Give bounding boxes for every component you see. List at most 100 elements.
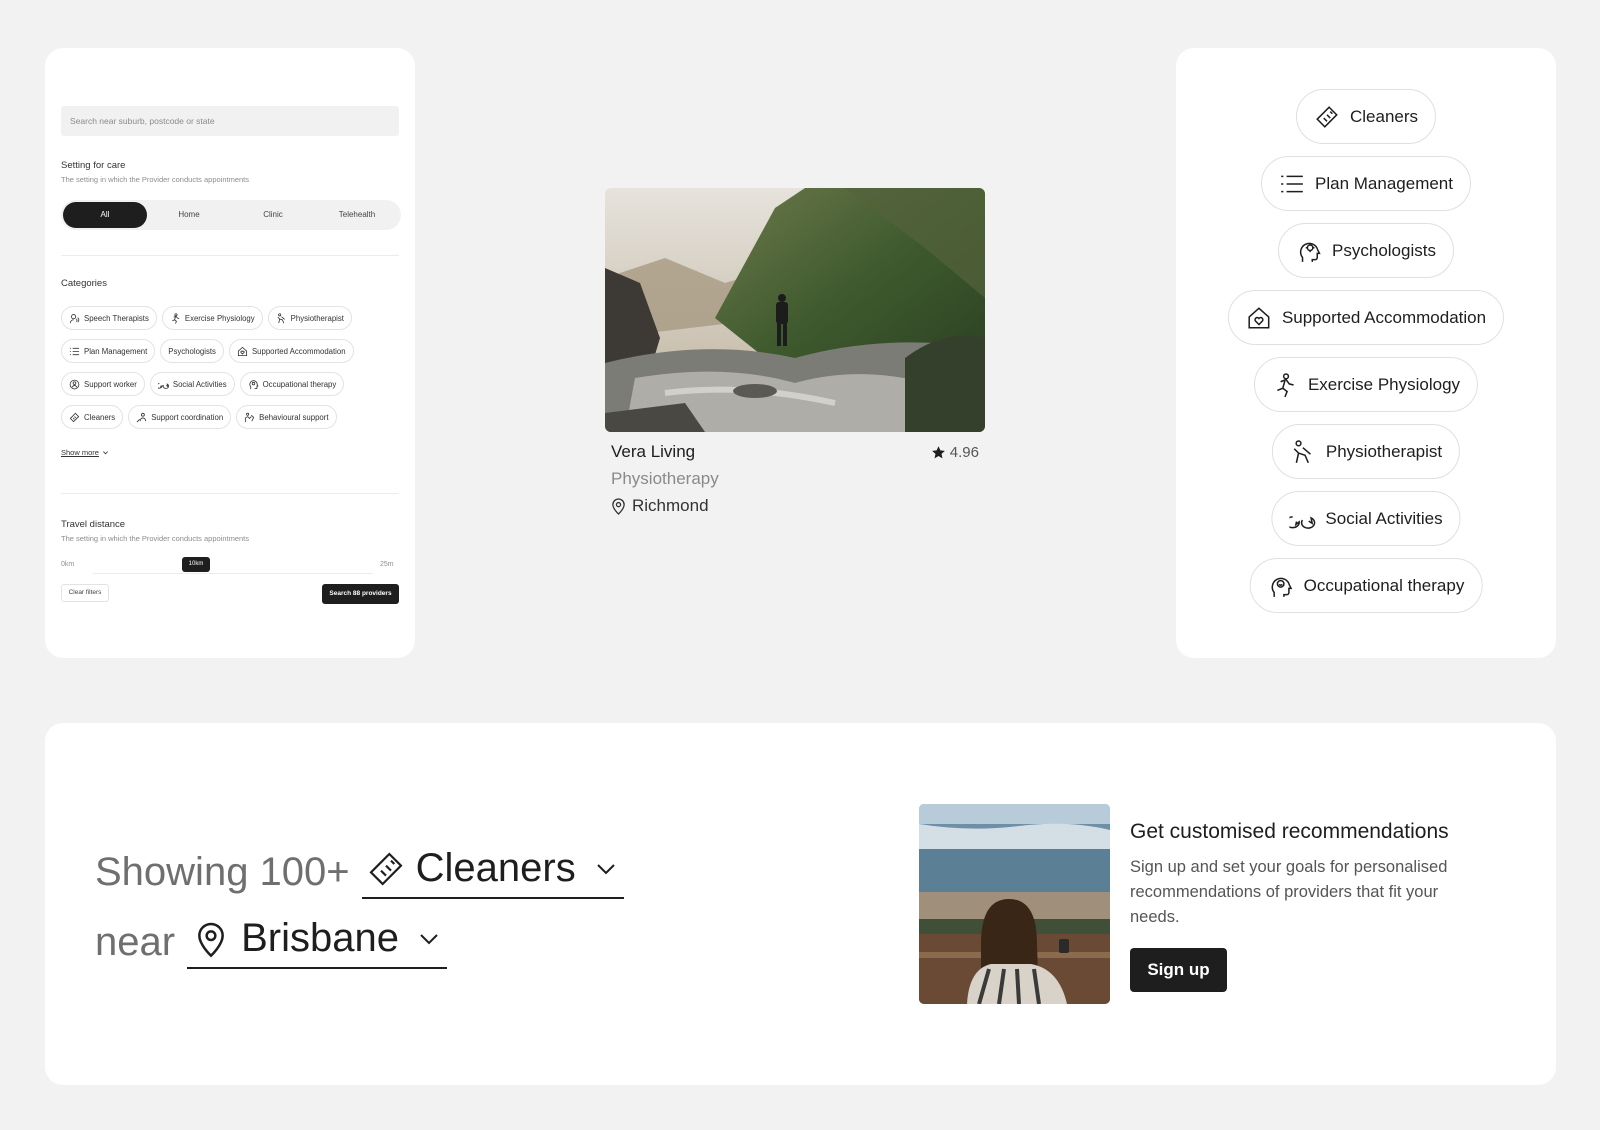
provider-rating: 4.96 bbox=[931, 444, 979, 461]
list-icon bbox=[1281, 175, 1303, 192]
pill-label: Exercise Physiology bbox=[1307, 374, 1461, 394]
pill-exercise-physiology[interactable]: Exercise Physiology bbox=[1253, 357, 1479, 412]
chat-icon bbox=[157, 382, 169, 389]
brush-icon bbox=[69, 412, 80, 422]
chevron-down-icon bbox=[102, 451, 108, 455]
setting-option-home[interactable]: Home bbox=[147, 202, 231, 228]
setting-option-telehealth[interactable]: Telehealth bbox=[315, 202, 399, 228]
near-label: near bbox=[95, 920, 176, 964]
recommendation-photo bbox=[919, 804, 1110, 1004]
brush-icon bbox=[1316, 105, 1338, 128]
location-dropdown[interactable]: Brisbane bbox=[187, 916, 447, 969]
chip-support-worker[interactable]: Support worker bbox=[61, 372, 145, 396]
provider-name: Vera Living bbox=[611, 442, 696, 461]
near-line: near Brisbane bbox=[95, 916, 447, 969]
pill-cleaners[interactable]: Cleaners bbox=[1295, 89, 1437, 144]
setting-option-clinic[interactable]: Clinic bbox=[231, 202, 315, 228]
chip-physiotherapist[interactable]: Physiotherapist bbox=[267, 306, 352, 330]
chip-label: Psychologists bbox=[168, 346, 216, 356]
list-icon bbox=[69, 347, 80, 355]
category-chips: Speech Therapists Exercise Physiology Ph… bbox=[61, 306, 401, 438]
showing-prefix: Showing 100+ bbox=[95, 850, 350, 894]
pill-supported-accommodation[interactable]: Supported Accommodation bbox=[1227, 290, 1505, 345]
star-icon bbox=[931, 445, 945, 458]
home-heart-icon bbox=[1248, 306, 1270, 329]
sign-up-button[interactable]: Sign up bbox=[1130, 948, 1227, 992]
chip-supported-accommodation[interactable]: Supported Accommodation bbox=[228, 339, 354, 363]
chip-behavioural-support[interactable]: Behavioural support bbox=[236, 405, 337, 429]
filter-panel: Search near suburb, postcode or state Se… bbox=[45, 48, 415, 658]
search-input[interactable]: Search near suburb, postcode or state bbox=[61, 106, 399, 136]
pill-psychologists[interactable]: Psychologists bbox=[1278, 223, 1454, 278]
chip-label: Support worker bbox=[84, 379, 137, 389]
pill-physiotherapist[interactable]: Physiotherapist bbox=[1271, 424, 1461, 479]
divider bbox=[61, 493, 399, 494]
pill-label: Supported Accommodation bbox=[1281, 307, 1487, 327]
chip-label: Occupational therapy bbox=[262, 379, 337, 389]
categories-title: Categories bbox=[61, 278, 107, 289]
chip-speech-therapists[interactable]: Speech Therapists bbox=[61, 306, 157, 330]
chip-label: Physiotherapist bbox=[290, 313, 344, 323]
physio-icon bbox=[1293, 439, 1311, 463]
category-pills-panel: Cleaners Plan Management Psychologists S… bbox=[1176, 48, 1556, 658]
distance-min-label: 0km bbox=[61, 561, 75, 568]
location-pin-icon bbox=[198, 922, 224, 957]
pill-label: Social Activities bbox=[1325, 508, 1443, 528]
speech-therapist-icon bbox=[69, 313, 80, 323]
chip-social-activities[interactable]: Social Activities bbox=[149, 372, 235, 396]
brush-icon bbox=[369, 851, 403, 886]
location-pin-icon bbox=[612, 497, 625, 515]
pill-label: Psychologists bbox=[1332, 240, 1436, 260]
chevron-down-icon bbox=[420, 933, 438, 944]
chip-psychologists[interactable]: Psychologists bbox=[160, 339, 224, 363]
chip-exercise-physiology[interactable]: Exercise Physiology bbox=[161, 306, 263, 330]
setting-segmented-control: All Home Clinic Telehealth bbox=[61, 200, 401, 230]
head-icon bbox=[1271, 577, 1293, 597]
chip-label: Supported Accommodation bbox=[251, 346, 346, 356]
distance-slider-track[interactable] bbox=[93, 573, 373, 574]
search-providers-button[interactable]: Search 88 providers bbox=[322, 584, 399, 604]
pill-plan-management[interactable]: Plan Management bbox=[1261, 156, 1471, 211]
clear-filters-button[interactable]: Clear filters bbox=[61, 584, 109, 602]
travel-distance-subtitle: The setting in which the Provider conduc… bbox=[61, 534, 250, 543]
chip-label: Cleaners bbox=[84, 412, 116, 422]
pill-label: Occupational therapy bbox=[1303, 575, 1465, 595]
home-heart-icon bbox=[237, 346, 247, 356]
showing-line: Showing 100+ Cleaners bbox=[95, 846, 624, 899]
setting-title: Setting for care bbox=[61, 160, 126, 171]
brain-gear-icon bbox=[1299, 242, 1321, 262]
chip-label: Social Activities bbox=[172, 379, 227, 389]
setting-option-all[interactable]: All bbox=[63, 202, 147, 228]
category-dropdown-value: Cleaners bbox=[415, 846, 576, 890]
chip-label: Plan Management bbox=[84, 346, 148, 356]
chevron-down-icon bbox=[597, 863, 615, 874]
chat-icon bbox=[1289, 515, 1316, 529]
chip-support-coordination[interactable]: Support coordination bbox=[128, 405, 232, 429]
pill-label: Cleaners bbox=[1349, 106, 1419, 126]
provider-photo bbox=[605, 188, 985, 432]
distance-slider-thumb[interactable]: 10km bbox=[182, 557, 210, 572]
pill-social-activities[interactable]: Social Activities bbox=[1271, 491, 1461, 546]
search-banner: Showing 100+ Cleaners near Brisbane Get … bbox=[45, 723, 1556, 1085]
recommendation-title: Get customised recommendations bbox=[1130, 820, 1449, 843]
location-dropdown-value: Brisbane bbox=[241, 916, 399, 960]
pill-occupational-therapy[interactable]: Occupational therapy bbox=[1249, 558, 1483, 613]
chip-label: Behavioural support bbox=[259, 412, 329, 422]
show-more-link[interactable]: Show more bbox=[61, 448, 109, 457]
location-label: Richmond bbox=[632, 496, 709, 515]
chip-plan-management[interactable]: Plan Management bbox=[61, 339, 156, 363]
head-icon bbox=[249, 379, 259, 389]
travel-distance-title: Travel distance bbox=[61, 519, 126, 530]
exercise-icon bbox=[1277, 372, 1294, 397]
category-dropdown[interactable]: Cleaners bbox=[361, 846, 624, 899]
behaviour-icon bbox=[245, 412, 255, 422]
chip-cleaners[interactable]: Cleaners bbox=[61, 405, 124, 429]
setting-subtitle: The setting in which the Provider conduc… bbox=[61, 175, 250, 184]
recommendation-body: Sign up and set your goals for personali… bbox=[1130, 858, 1448, 926]
chip-occupational-therapy[interactable]: Occupational therapy bbox=[239, 372, 345, 396]
pill-label: Physiotherapist bbox=[1325, 441, 1443, 461]
provider-location: Richmond bbox=[605, 496, 985, 516]
pill-label: Plan Management bbox=[1315, 173, 1453, 193]
divider bbox=[61, 255, 399, 256]
provider-listing-card[interactable]: Vera Living 4.96 Physiotherapy Richmond bbox=[605, 188, 985, 516]
